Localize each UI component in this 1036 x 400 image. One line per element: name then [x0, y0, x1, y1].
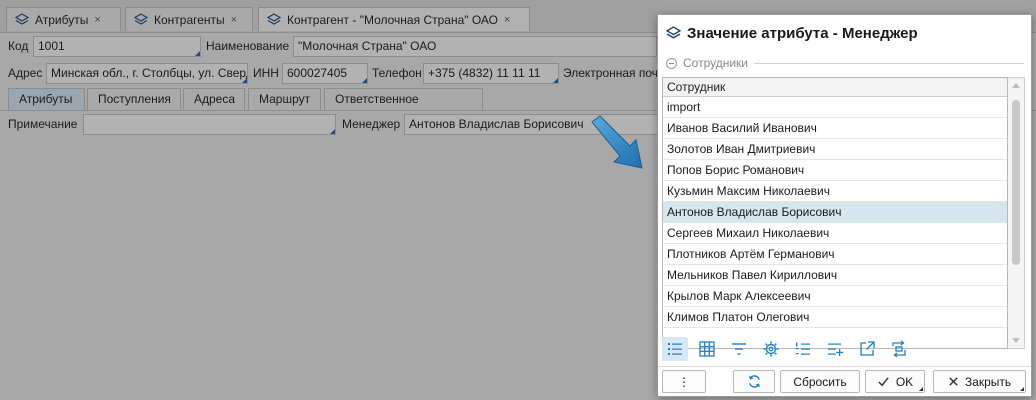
list-icon: [668, 343, 682, 355]
name-label: Наименование: [206, 39, 290, 53]
close-button[interactable]: Закрыть: [933, 370, 1026, 393]
layers-icon: [134, 12, 148, 25]
tab-counterparties[interactable]: Контрагенты ×: [125, 7, 253, 31]
tab-label: Атрибуты: [35, 12, 89, 27]
external-link-icon: [860, 341, 875, 356]
table-row[interactable]: Крылов Марк Алексеевич: [663, 286, 1007, 307]
tab-counterparty-detail[interactable]: Контрагент - "Молочная Страна" ОАО ×: [258, 7, 530, 31]
table-icon: [699, 341, 715, 357]
manager-label: Менеджер: [342, 117, 401, 131]
list-view-button[interactable]: [662, 337, 688, 361]
reset-label: Сбросить: [793, 374, 847, 389]
dialog-title: Значение атрибута - Менеджер: [687, 24, 918, 42]
code-value: 1001: [38, 39, 65, 53]
phone-value: +375 (4832) 11 11 11: [428, 66, 541, 80]
collapse-icon[interactable]: [666, 57, 677, 69]
close-icon[interactable]: ×: [504, 14, 510, 26]
table-row[interactable]: Кузьмин Максим Николаевич: [663, 181, 1007, 202]
divider: [754, 62, 1024, 64]
dialog-footer: ⋮ Сбросить OK Закрыть: [658, 366, 1031, 396]
tab-label: Контрагент - "Молочная Страна" ОАО: [287, 12, 498, 27]
table-row[interactable]: Мельников Павел Кириллович: [663, 265, 1007, 286]
attribute-value-dialog: Значение атрибута - Менеджер Сотрудники …: [657, 14, 1032, 397]
name-field[interactable]: "Молочная Страна" ОАО: [293, 36, 657, 57]
grid-view-button[interactable]: [694, 337, 720, 361]
code-field[interactable]: 1001: [33, 36, 201, 57]
subtab-attributes[interactable]: Атрибуты: [8, 88, 85, 110]
address-field[interactable]: Минская обл., г. Столбцы, ул. Сверд: [46, 63, 248, 84]
arrow-icon: [591, 115, 643, 169]
close-icon: [949, 377, 958, 386]
close-icon[interactable]: ×: [94, 14, 100, 26]
note-field[interactable]: [83, 114, 336, 135]
subtab-storage[interactable]: Ответственное хранение: [324, 88, 483, 127]
table-row[interactable]: Попов Борис Романович: [663, 160, 1007, 181]
table-row[interactable]: Антонов Владислав Борисович: [663, 202, 1007, 223]
close-label: Закрыть: [964, 374, 1012, 389]
name-value: "Молочная Страна" ОАО: [298, 39, 437, 53]
layers-icon: [666, 25, 681, 39]
inn-label: ИНН: [253, 66, 279, 80]
scroll-thumb[interactable]: [1012, 100, 1020, 265]
more-button[interactable]: ⋮: [662, 370, 706, 393]
group-label: Сотрудники: [683, 56, 748, 70]
table-row[interactable]: import: [663, 97, 1007, 118]
tab-attributes[interactable]: Атрибуты ×: [6, 7, 121, 31]
vertical-scrollbar[interactable]: [1008, 77, 1025, 349]
inn-field[interactable]: 600027405: [282, 63, 368, 84]
filter-button[interactable]: [726, 337, 752, 361]
add-list-icon: [828, 343, 844, 356]
refresh-button[interactable]: [733, 370, 775, 393]
refresh-icon: [748, 375, 760, 388]
table-row[interactable]: Плотников Артём Германович: [663, 244, 1007, 265]
more-icon: ⋮: [678, 374, 690, 389]
check-icon: [878, 377, 889, 387]
tab-label: Контрагенты: [154, 12, 225, 27]
inn-value: 600027405: [287, 66, 348, 80]
swap-icon: [892, 340, 906, 358]
layers-icon: [15, 12, 29, 25]
numbered-list-icon: [796, 342, 810, 355]
email-label: Электронная поч: [563, 66, 659, 80]
gear-icon: [763, 341, 779, 357]
phone-field[interactable]: +375 (4832) 11 11 11: [423, 63, 559, 84]
column-header-employee[interactable]: Сотрудник: [663, 78, 1007, 97]
ok-label: OK: [895, 374, 914, 389]
settings-button[interactable]: [758, 337, 784, 361]
subtab-route[interactable]: Маршрут: [248, 88, 321, 110]
table-row[interactable]: Золотов Иван Дмитриевич: [663, 139, 1007, 160]
scroll-up-icon[interactable]: [1012, 83, 1020, 88]
employee-grid: Сотрудник import Иванов Василий Иванович З…: [662, 77, 1008, 349]
group-header[interactable]: Сотрудники: [666, 55, 1024, 71]
address-value: Минская обл., г. Столбцы, ул. Сверд: [51, 66, 248, 80]
grid-body: import Иванов Василий Иванович Золотов Ива…: [663, 97, 1007, 328]
numbered-list-button[interactable]: [790, 337, 816, 361]
manager-value: Антонов Владислав Борисович: [409, 117, 584, 131]
grid-toolbar: [662, 337, 912, 361]
reset-button[interactable]: Сбросить: [780, 370, 860, 393]
phone-label: Телефон: [372, 66, 422, 80]
ok-button[interactable]: OK: [865, 370, 925, 393]
subtab-addresses[interactable]: Адреса: [183, 88, 245, 110]
table-row[interactable]: Сергеев Михаил Николаевич: [663, 223, 1007, 244]
layers-icon: [267, 12, 281, 25]
address-label: Адрес: [8, 66, 43, 80]
table-row[interactable]: Иванов Василий Иванович: [663, 118, 1007, 139]
open-external-button[interactable]: [854, 337, 880, 361]
filter-icon: [732, 343, 746, 355]
subtab-receipts[interactable]: Поступления: [87, 88, 181, 110]
code-label: Код: [8, 39, 29, 53]
table-row[interactable]: Климов Платон Олегович: [663, 307, 1007, 328]
note-label: Примечание: [8, 117, 78, 131]
swap-button[interactable]: [886, 337, 912, 361]
close-icon[interactable]: ×: [231, 14, 237, 26]
scroll-down-icon[interactable]: [1012, 338, 1020, 343]
add-row-button[interactable]: [822, 337, 848, 361]
dialog-header: Значение атрибута - Менеджер: [666, 22, 918, 44]
